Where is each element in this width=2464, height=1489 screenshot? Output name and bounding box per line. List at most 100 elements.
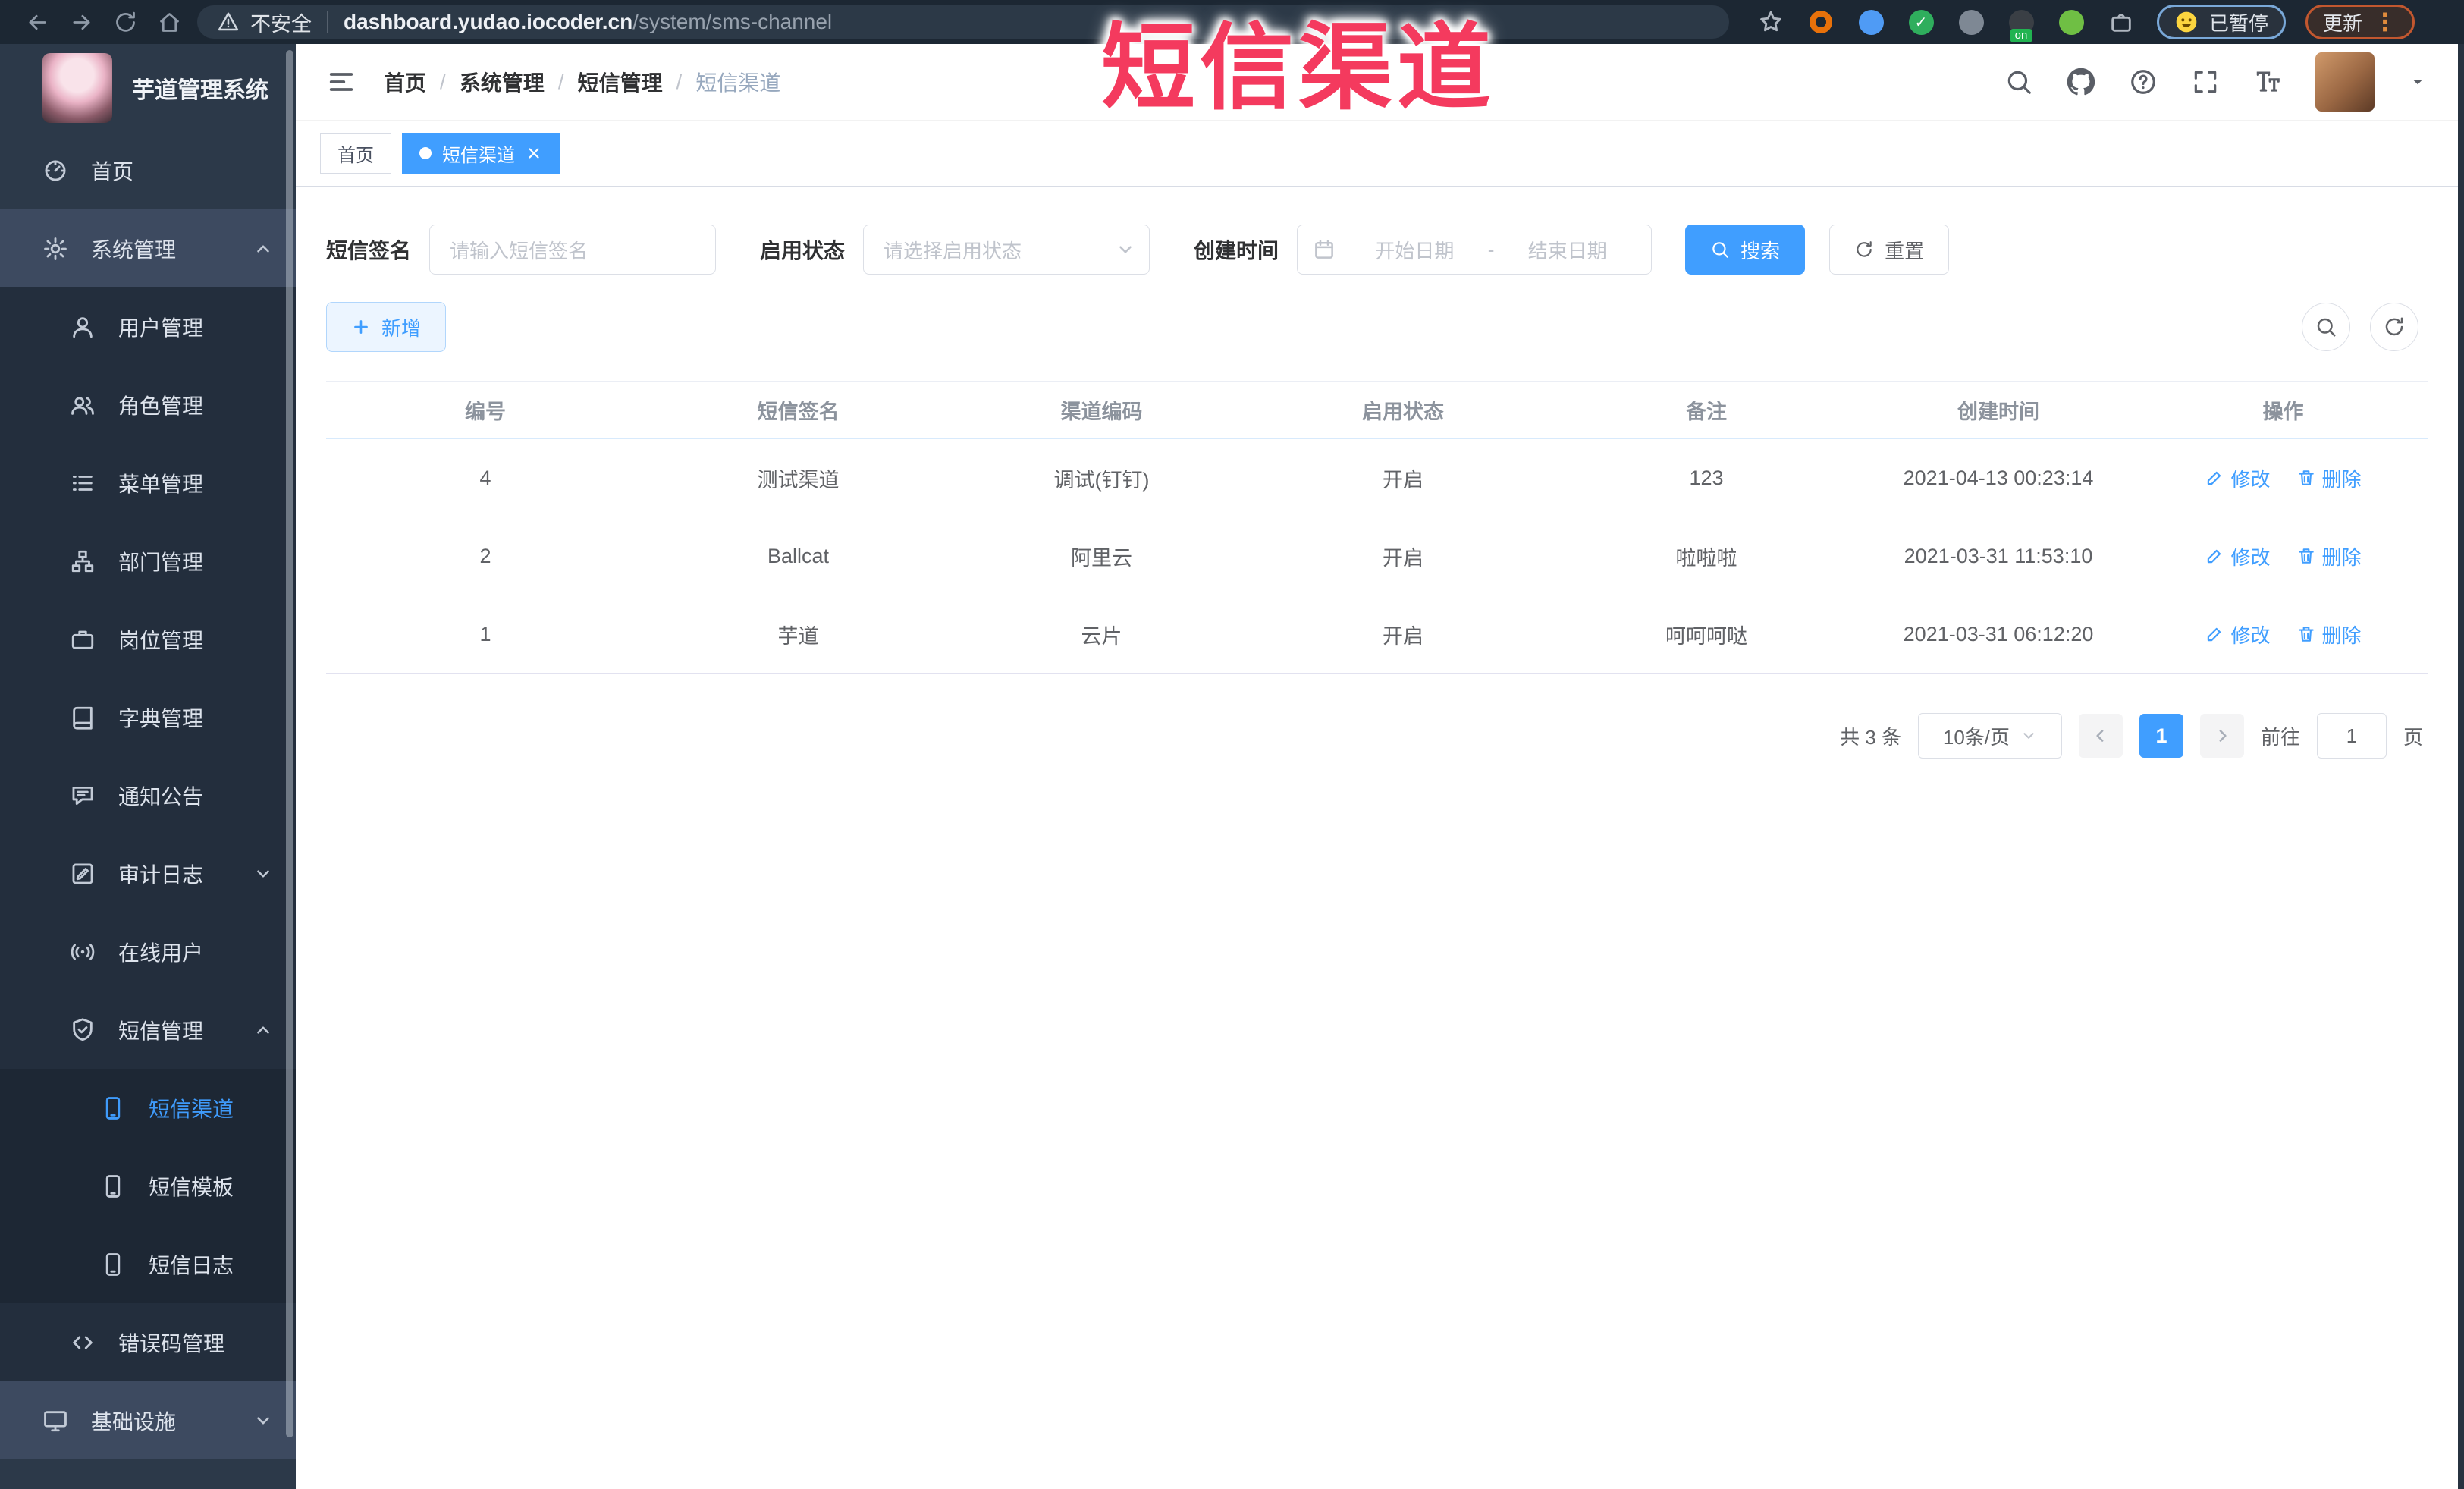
prev-page-button[interactable] <box>2078 714 2123 758</box>
menu-fold-icon[interactable] <box>326 67 356 97</box>
add-button-label: 新增 <box>381 316 422 340</box>
avatar[interactable] <box>2315 52 2375 112</box>
browser-reload-button[interactable] <box>103 0 147 44</box>
reset-button[interactable]: 重置 <box>1829 225 1950 275</box>
current-page-button[interactable]: 1 <box>2139 714 2183 758</box>
tab-sms-channel[interactable]: 短信渠道 <box>402 133 560 174</box>
search-icon <box>2315 316 2337 338</box>
delete-link[interactable]: 删除 <box>2296 542 2362 570</box>
sidebar-item-notice[interactable]: 通知公告 <box>0 756 296 834</box>
dashboard-icon <box>42 158 68 184</box>
browser-back-button[interactable] <box>15 0 59 44</box>
extensions-puzzle-icon[interactable] <box>2105 5 2137 39</box>
blob-glyph <box>1958 9 1984 35</box>
sidebar-item-dict-mgmt[interactable]: 字典管理 <box>0 678 296 756</box>
date-start-placeholder: 开始日期 <box>1375 239 1455 262</box>
breadcrumb-home[interactable]: 首页 <box>384 67 426 97</box>
ext-dark-panel-icon[interactable]: on <box>2005 5 2037 42</box>
breadcrumb-sms[interactable]: 短信管理 <box>578 67 663 97</box>
status-select[interactable]: 请选择启用状态 <box>863 225 1150 275</box>
arrow-left-icon <box>25 10 50 35</box>
column-header-created: 创建时间 <box>1957 400 2039 423</box>
refresh-table-button[interactable] <box>2370 303 2418 351</box>
sidebar-item-sms-channel[interactable]: 短信渠道 <box>0 1069 296 1147</box>
search-icon[interactable] <box>2004 68 2033 96</box>
table-body: 4 测试渠道 调试(钉钉) 开启 123 2021-04-13 00:23:14 修改 删… <box>326 439 2428 674</box>
sidebar-item-label: 错误码管理 <box>118 1331 225 1355</box>
table-toolbar: 新增 <box>326 302 2428 352</box>
signature-label: 短信签名 <box>326 239 412 262</box>
blob-glyph: ✓ <box>1908 9 1934 35</box>
paused-extension-button[interactable]: 已暂停 <box>2157 5 2287 39</box>
delete-link[interactable]: 删除 <box>2296 620 2362 649</box>
ext-green-leaf-icon[interactable] <box>2055 5 2087 39</box>
browser-menu-dots-icon[interactable]: ⋮ <box>2373 8 2397 36</box>
edit-link[interactable]: 修改 <box>2205 620 2271 649</box>
sidebar-item-sms-log[interactable]: 短信日志 <box>0 1225 296 1303</box>
ext-blue-drop-icon[interactable] <box>1855 5 1887 39</box>
sidebar-item-sms-mgmt[interactable]: 短信管理 <box>0 991 296 1069</box>
fullscreen-icon[interactable] <box>2191 68 2220 96</box>
help-icon[interactable] <box>2129 68 2158 96</box>
table-row: 4 测试渠道 调试(钉钉) 开启 123 2021-04-13 00:23:14 修改 删… <box>326 439 2428 517</box>
book-icon <box>70 705 96 730</box>
sidebar-item-sms-template[interactable]: 短信模板 <box>0 1147 296 1225</box>
caret-down-icon[interactable] <box>2408 72 2428 92</box>
smiley-icon <box>2174 10 2199 34</box>
calendar-icon <box>1313 238 1336 261</box>
browser-forward-button[interactable] <box>59 0 103 44</box>
chevron-down-icon <box>2020 727 2037 744</box>
ext-orange-ring-icon[interactable] <box>1805 5 1837 39</box>
breadcrumb-separator: / <box>676 70 683 93</box>
sidebar-item-menu-mgmt[interactable]: 菜单管理 <box>0 444 296 522</box>
ext-gray-tools-icon[interactable] <box>1955 5 1987 39</box>
github-icon[interactable] <box>2067 68 2095 96</box>
toggle-search-button[interactable] <box>2302 303 2350 351</box>
sidebar-item-user-mgmt[interactable]: 用户管理 <box>0 287 296 366</box>
sidebar-item-infra[interactable]: 基础设施 <box>0 1381 296 1459</box>
edit-link[interactable]: 修改 <box>2205 542 2271 570</box>
arrow-right-icon <box>69 10 94 35</box>
browser-toolbar: 不安全 dashboard.yudao.iocoder.cn/system/sm… <box>0 0 2464 44</box>
search-button-label: 搜索 <box>1740 239 1781 262</box>
edit-link[interactable]: 修改 <box>2205 464 2271 492</box>
delete-link[interactable]: 删除 <box>2296 464 2362 492</box>
url-divider <box>327 11 328 33</box>
date-range-picker[interactable]: 开始日期 - 结束日期 <box>1297 225 1653 275</box>
chevron-up-icon <box>253 1020 273 1040</box>
breadcrumb-system[interactable]: 系统管理 <box>460 67 545 97</box>
pagination: 共 3 条 10条/页 1 前往 1 页 <box>326 713 2428 759</box>
app-logo-row[interactable]: 芋道管理系统 <box>0 44 296 131</box>
sidebar-item-audit-log[interactable]: 审计日志 <box>0 834 296 913</box>
sidebar-item-home[interactable]: 首页 <box>0 131 296 209</box>
browser-home-button[interactable] <box>147 0 191 44</box>
tab-home[interactable]: 首页 <box>320 133 391 174</box>
sidebar-item-online-user[interactable]: 在线用户 <box>0 913 296 991</box>
font-size-icon[interactable] <box>2253 68 2282 96</box>
ext-green-check-icon[interactable]: ✓ <box>1905 5 1937 39</box>
navbar-actions <box>2004 52 2428 112</box>
cell-remark: 呵呵呵哒 <box>1665 624 1747 648</box>
url-bar[interactable]: 不安全 dashboard.yudao.iocoder.cn/system/sm… <box>197 5 1729 39</box>
browser-update-button[interactable]: 更新 ⋮ <box>2305 5 2415 39</box>
online-icon <box>70 939 96 965</box>
search-button[interactable]: 搜索 <box>1685 225 1806 275</box>
signature-input[interactable]: 请输入短信签名 <box>429 225 717 275</box>
sidebar-scrollbar[interactable] <box>286 50 293 1437</box>
add-button[interactable]: 新增 <box>326 302 447 352</box>
cell-actions: 修改 删除 <box>2139 542 2428 570</box>
sidebar-item-role-mgmt[interactable]: 角色管理 <box>0 366 296 444</box>
close-icon[interactable] <box>526 145 542 162</box>
goto-page-input[interactable]: 1 <box>2316 713 2387 759</box>
status-placeholder: 请选择启用状态 <box>884 239 1022 262</box>
column-header-signature: 短信签名 <box>757 400 840 423</box>
page-size-select[interactable]: 10条/页 <box>1917 713 2062 759</box>
sidebar-item-dept-mgmt[interactable]: 部门管理 <box>0 522 296 600</box>
bookmark-star-icon[interactable] <box>1755 5 1787 39</box>
next-page-button[interactable] <box>2199 714 2244 758</box>
sidebar-item-error-code[interactable]: 错误码管理 <box>0 1303 296 1381</box>
sidebar-item-system[interactable]: 系统管理 <box>0 209 296 287</box>
sidebar-item-post-mgmt[interactable]: 岗位管理 <box>0 600 296 678</box>
sidebar-item-label: 基础设施 <box>91 1409 177 1434</box>
ring-glyph <box>1810 11 1832 33</box>
